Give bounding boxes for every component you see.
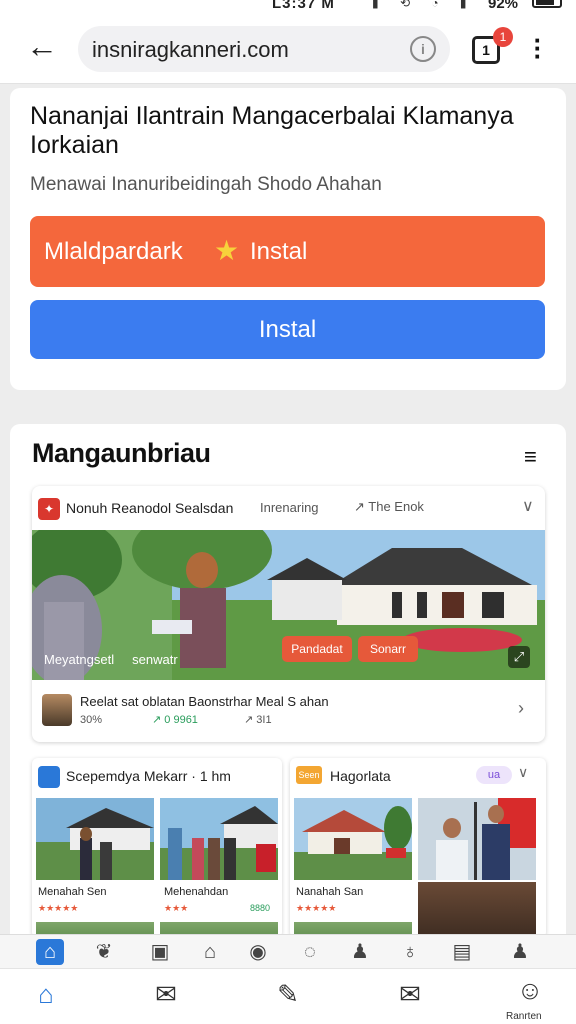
author-avatar bbox=[42, 694, 72, 726]
thumbnail-2-score: 8880 bbox=[250, 903, 271, 913]
url-text[interactable]: insniragkanneri.com bbox=[92, 37, 289, 63]
battery-icon bbox=[532, 0, 562, 8]
thumbnail-2-label: Mehenahdan bbox=[164, 886, 229, 898]
image-caption-text: Meyatngsetl bbox=[44, 652, 115, 667]
thumbnail-8[interactable] bbox=[418, 882, 536, 938]
site-info-icon[interactable]: i bbox=[410, 36, 436, 62]
feed-section: Mangaunbriau ≡ ✦ Nonuh Reanodol Sealsdan… bbox=[10, 424, 566, 984]
thumbnail-2[interactable] bbox=[160, 798, 278, 880]
user-tab-icon[interactable]: ♟ bbox=[506, 939, 534, 965]
stat-shares: ↗ 3I1 bbox=[244, 714, 272, 726]
home-nav-icon[interactable]: ⌂ bbox=[24, 979, 68, 1019]
app-subtitle: Menawai Inanuribeidingah Shodo Ahahan bbox=[30, 174, 382, 195]
install-button[interactable]: Instal bbox=[30, 300, 545, 359]
officials-thumbnail-image bbox=[418, 798, 536, 880]
expand-icon[interactable]: ⤢ bbox=[508, 646, 530, 668]
battery-percent: 92% bbox=[488, 0, 519, 12]
home-tab-icon[interactable]: ⌂ bbox=[36, 939, 64, 965]
house-thumbnail-image bbox=[36, 798, 154, 880]
image-caption: Meyatngsetl senwatr bbox=[44, 652, 178, 667]
app-listing-card: Nananjai Ilantrain Mangacerbalai Klamany… bbox=[10, 88, 566, 390]
status-icons: ▮ ⟲ ◔ ▮ bbox=[372, 0, 476, 10]
image-caption-text-2: senwatr bbox=[132, 652, 178, 667]
chevron-down-icon[interactable]: ∨ bbox=[522, 496, 534, 516]
grid-card-title-text: Scepemdya Mekarr bbox=[66, 768, 188, 784]
overlay-pill-b[interactable]: Sonarr bbox=[358, 636, 418, 662]
overlay-pill-a[interactable]: Pandadat bbox=[282, 636, 352, 662]
chip-tab-icon[interactable]: ▤ bbox=[448, 939, 476, 965]
thumbnail-1-rating: ★★★★★ bbox=[38, 903, 79, 913]
grid-card-title: Scepemdya Mekarr · 1 hm bbox=[66, 768, 231, 784]
post-source[interactable]: Nonuh Reanodol Sealsdan bbox=[66, 500, 233, 516]
section-menu-icon[interactable]: ≡ bbox=[524, 444, 537, 470]
post-footer: Reelat sat oblatan Baonstrhar Meal S aha… bbox=[32, 680, 545, 742]
thumbnail-1[interactable] bbox=[36, 798, 154, 880]
stat-percent: 30% bbox=[80, 714, 103, 726]
profile-nav-label: Ranrten bbox=[506, 1011, 542, 1022]
thumbnail-5-rating: ★★★★★ bbox=[296, 903, 337, 913]
grid-card-meta: 1 hm bbox=[199, 768, 231, 784]
thumbnail-5-label: Nanahah San bbox=[296, 886, 364, 898]
mail-nav-icon[interactable]: ✉ bbox=[388, 979, 432, 1019]
pin-tab-icon[interactable]: ◉ bbox=[244, 939, 272, 965]
red-roof-house-image bbox=[294, 798, 412, 880]
thumbnail-6[interactable] bbox=[418, 798, 536, 880]
chevron-right-icon[interactable]: › bbox=[518, 698, 524, 719]
stat-likes: ↗ 0 9961 bbox=[152, 714, 198, 726]
section-title: Mangaunbriau bbox=[32, 438, 211, 468]
post-footer-text: Reelat sat oblatan Baonstrhar Meal S aha… bbox=[80, 694, 329, 709]
profile-nav-icon[interactable]: ☺ bbox=[508, 975, 552, 1015]
chat-tab-icon[interactable]: ◌ bbox=[296, 939, 324, 965]
post-type: Inrenaring bbox=[260, 500, 319, 515]
chevron-down-icon[interactable]: ∨ bbox=[518, 764, 528, 781]
status-bar: L3:37 M ▮ ⟲ ◔ ▮ 92% bbox=[0, 0, 576, 14]
more-menu-icon[interactable]: · · · bbox=[528, 27, 548, 69]
app-tab-strip: ⌂ ❦ ▣ ⌂ ◉ ◌ ♟ ♁ ▤ ♟ bbox=[0, 934, 576, 968]
primary-install-label: Mlaldpardark bbox=[44, 238, 183, 265]
leaf-tab-icon[interactable]: ❦ bbox=[90, 939, 118, 965]
thumbnail-2-rating: ★★★ bbox=[164, 903, 189, 913]
featured-post[interactable]: ✦ Nonuh Reanodol Sealsdan Inrenaring ↗ T… bbox=[32, 486, 545, 742]
back-arrow-icon[interactable]: ← bbox=[26, 30, 60, 64]
primary-install-action: Instal bbox=[250, 238, 308, 265]
mask-tab-icon[interactable]: ♁ bbox=[396, 939, 424, 965]
grid-card-2-tag[interactable]: ua bbox=[476, 766, 512, 784]
tag-tab-icon[interactable]: ▣ bbox=[146, 939, 174, 965]
thumbnail-5[interactable] bbox=[294, 798, 412, 880]
bottom-navigation: ⌂ ✉ ✎ ✉ ☺ Ranrten bbox=[0, 968, 576, 1024]
grid-card-2-badge: Seen bbox=[296, 766, 322, 784]
edit-nav-icon[interactable]: ✎ bbox=[266, 979, 310, 1019]
post-image[interactable]: Meyatngsetl senwatr Pandadat Sonarr ⤢ bbox=[32, 530, 545, 680]
bell-tab-icon[interactable]: ⌂ bbox=[196, 939, 224, 965]
grid-card-logo-icon bbox=[38, 766, 60, 788]
person-tab-icon[interactable]: ♟ bbox=[346, 939, 374, 965]
post-link-label: The Enok bbox=[368, 499, 424, 514]
notification-badge: 1 bbox=[493, 27, 513, 47]
tab-count: 1 bbox=[482, 42, 490, 58]
status-time: L3:37 M bbox=[272, 0, 335, 12]
primary-install-button[interactable]: Mlaldpardark ★ Instal bbox=[30, 216, 545, 287]
address-bar[interactable]: insniragkanneri.com i bbox=[78, 26, 450, 72]
grid-card-2-title: Hagorlata bbox=[330, 768, 391, 784]
grid-card-1[interactable]: Scepemdya Mekarr · 1 hm Menahah Sen ★★★★… bbox=[32, 758, 282, 938]
post-header: ✦ Nonuh Reanodol Sealsdan Inrenaring ↗ T… bbox=[32, 486, 545, 530]
thumbnail-1-label: Menahah Sen bbox=[38, 886, 107, 898]
stat-likes-value: 0 9961 bbox=[164, 714, 198, 726]
browser-toolbar: ← insniragkanneri.com i 1 1 · · · bbox=[0, 14, 576, 84]
star-icon: ★ bbox=[214, 235, 240, 266]
send-nav-icon[interactable]: ✉ bbox=[144, 979, 188, 1019]
post-link[interactable]: ↗ The Enok bbox=[354, 499, 424, 515]
stat-shares-value: 3I1 bbox=[256, 714, 272, 726]
grid-card-2[interactable]: Seen Hagorlata ua ∨ Nanahah San ★★★★★ bbox=[290, 758, 546, 938]
people-thumbnail-image bbox=[160, 798, 278, 880]
source-logo-icon: ✦ bbox=[38, 498, 60, 520]
app-title: Nananjai Ilantrain Mangacerbalai Klamany… bbox=[30, 102, 514, 159]
